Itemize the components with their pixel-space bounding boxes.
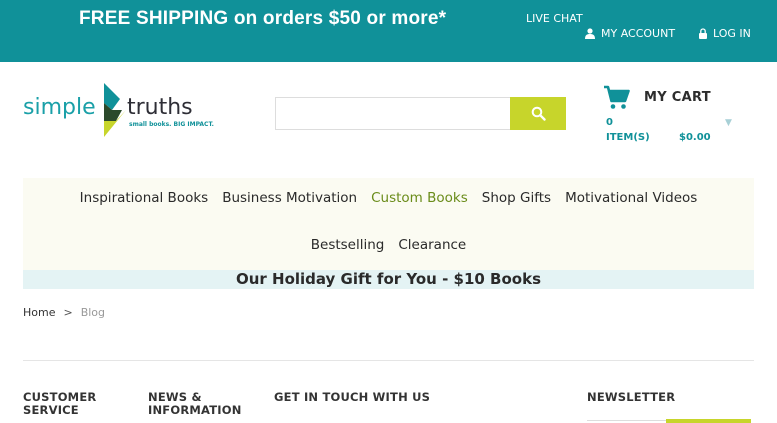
search-icon — [531, 106, 546, 121]
nav-row-primary: Inspirational Books Business Motivation … — [23, 190, 754, 206]
nav-item-custom-books[interactable]: Custom Books — [371, 190, 468, 206]
cart-total: $0.00 — [679, 132, 711, 143]
log-in-label: LOG IN — [713, 27, 751, 40]
breadcrumb: Home > Blog — [23, 306, 105, 319]
nav-item-bestselling[interactable]: Bestselling — [311, 237, 385, 253]
chevron-down-icon[interactable]: ▼ — [725, 118, 732, 128]
footer-news-information-heading[interactable]: NEWS & INFORMATION — [148, 391, 242, 417]
cart-icon[interactable] — [603, 85, 631, 111]
footer-divider — [23, 360, 754, 361]
breadcrumb-current: Blog — [80, 306, 106, 319]
my-account-link[interactable]: MY ACCOUNT — [585, 27, 675, 40]
breadcrumb-home-link[interactable]: Home — [23, 306, 55, 319]
lock-icon — [699, 28, 707, 39]
nav-item-business-motivation[interactable]: Business Motivation — [222, 190, 357, 206]
free-shipping-banner: FREE SHIPPING on orders $50 or more* — [79, 8, 447, 29]
logo-mark-icon — [104, 83, 126, 137]
breadcrumb-separator: > — [63, 306, 73, 319]
footer-col1-line2: SERVICE — [23, 403, 79, 417]
site-logo[interactable]: simple truths small books. BIG IMPACT. — [23, 83, 223, 137]
log-in-link[interactable]: LOG IN — [698, 27, 751, 40]
my-account-label: MY ACCOUNT — [601, 27, 676, 40]
top-promo-bar: FREE SHIPPING on orders $50 or more* LIV… — [0, 0, 777, 62]
footer-get-in-touch-heading[interactable]: GET IN TOUCH WITH US — [274, 391, 430, 404]
newsletter-email-input[interactable] — [587, 420, 666, 421]
nav-item-inspirational-books[interactable]: Inspirational Books — [80, 190, 209, 206]
nav-row-secondary: Bestselling Clearance — [23, 237, 754, 253]
newsletter-subscribe-button[interactable] — [666, 419, 751, 423]
logo-truths-text: truths — [127, 95, 193, 120]
nav-item-clearance[interactable]: Clearance — [398, 237, 466, 253]
cart-items-label: ITEM(S) — [606, 132, 650, 143]
logo-simple-text: simple — [23, 95, 96, 120]
logo-tagline: small books. BIG IMPACT. — [129, 121, 214, 128]
search-input[interactable] — [275, 97, 511, 130]
holiday-promo-banner[interactable]: Our Holiday Gift for You - $10 Books — [23, 270, 754, 289]
my-cart-label[interactable]: MY CART — [644, 90, 711, 105]
search-button[interactable] — [510, 97, 566, 130]
main-navigation: Inspirational Books Business Motivation … — [23, 178, 754, 270]
footer-newsletter-heading: NEWSLETTER — [587, 390, 676, 404]
footer-col2-line2: INFORMATION — [148, 403, 242, 417]
nav-item-motivational-videos[interactable]: Motivational Videos — [565, 190, 697, 206]
nav-item-shop-gifts[interactable]: Shop Gifts — [482, 190, 551, 206]
cart-item-count: 0 — [606, 117, 613, 128]
user-icon — [585, 28, 595, 39]
live-chat-link[interactable]: LIVE CHAT — [526, 12, 583, 25]
footer-customer-service-heading[interactable]: CUSTOMER SERVICE — [23, 391, 96, 417]
